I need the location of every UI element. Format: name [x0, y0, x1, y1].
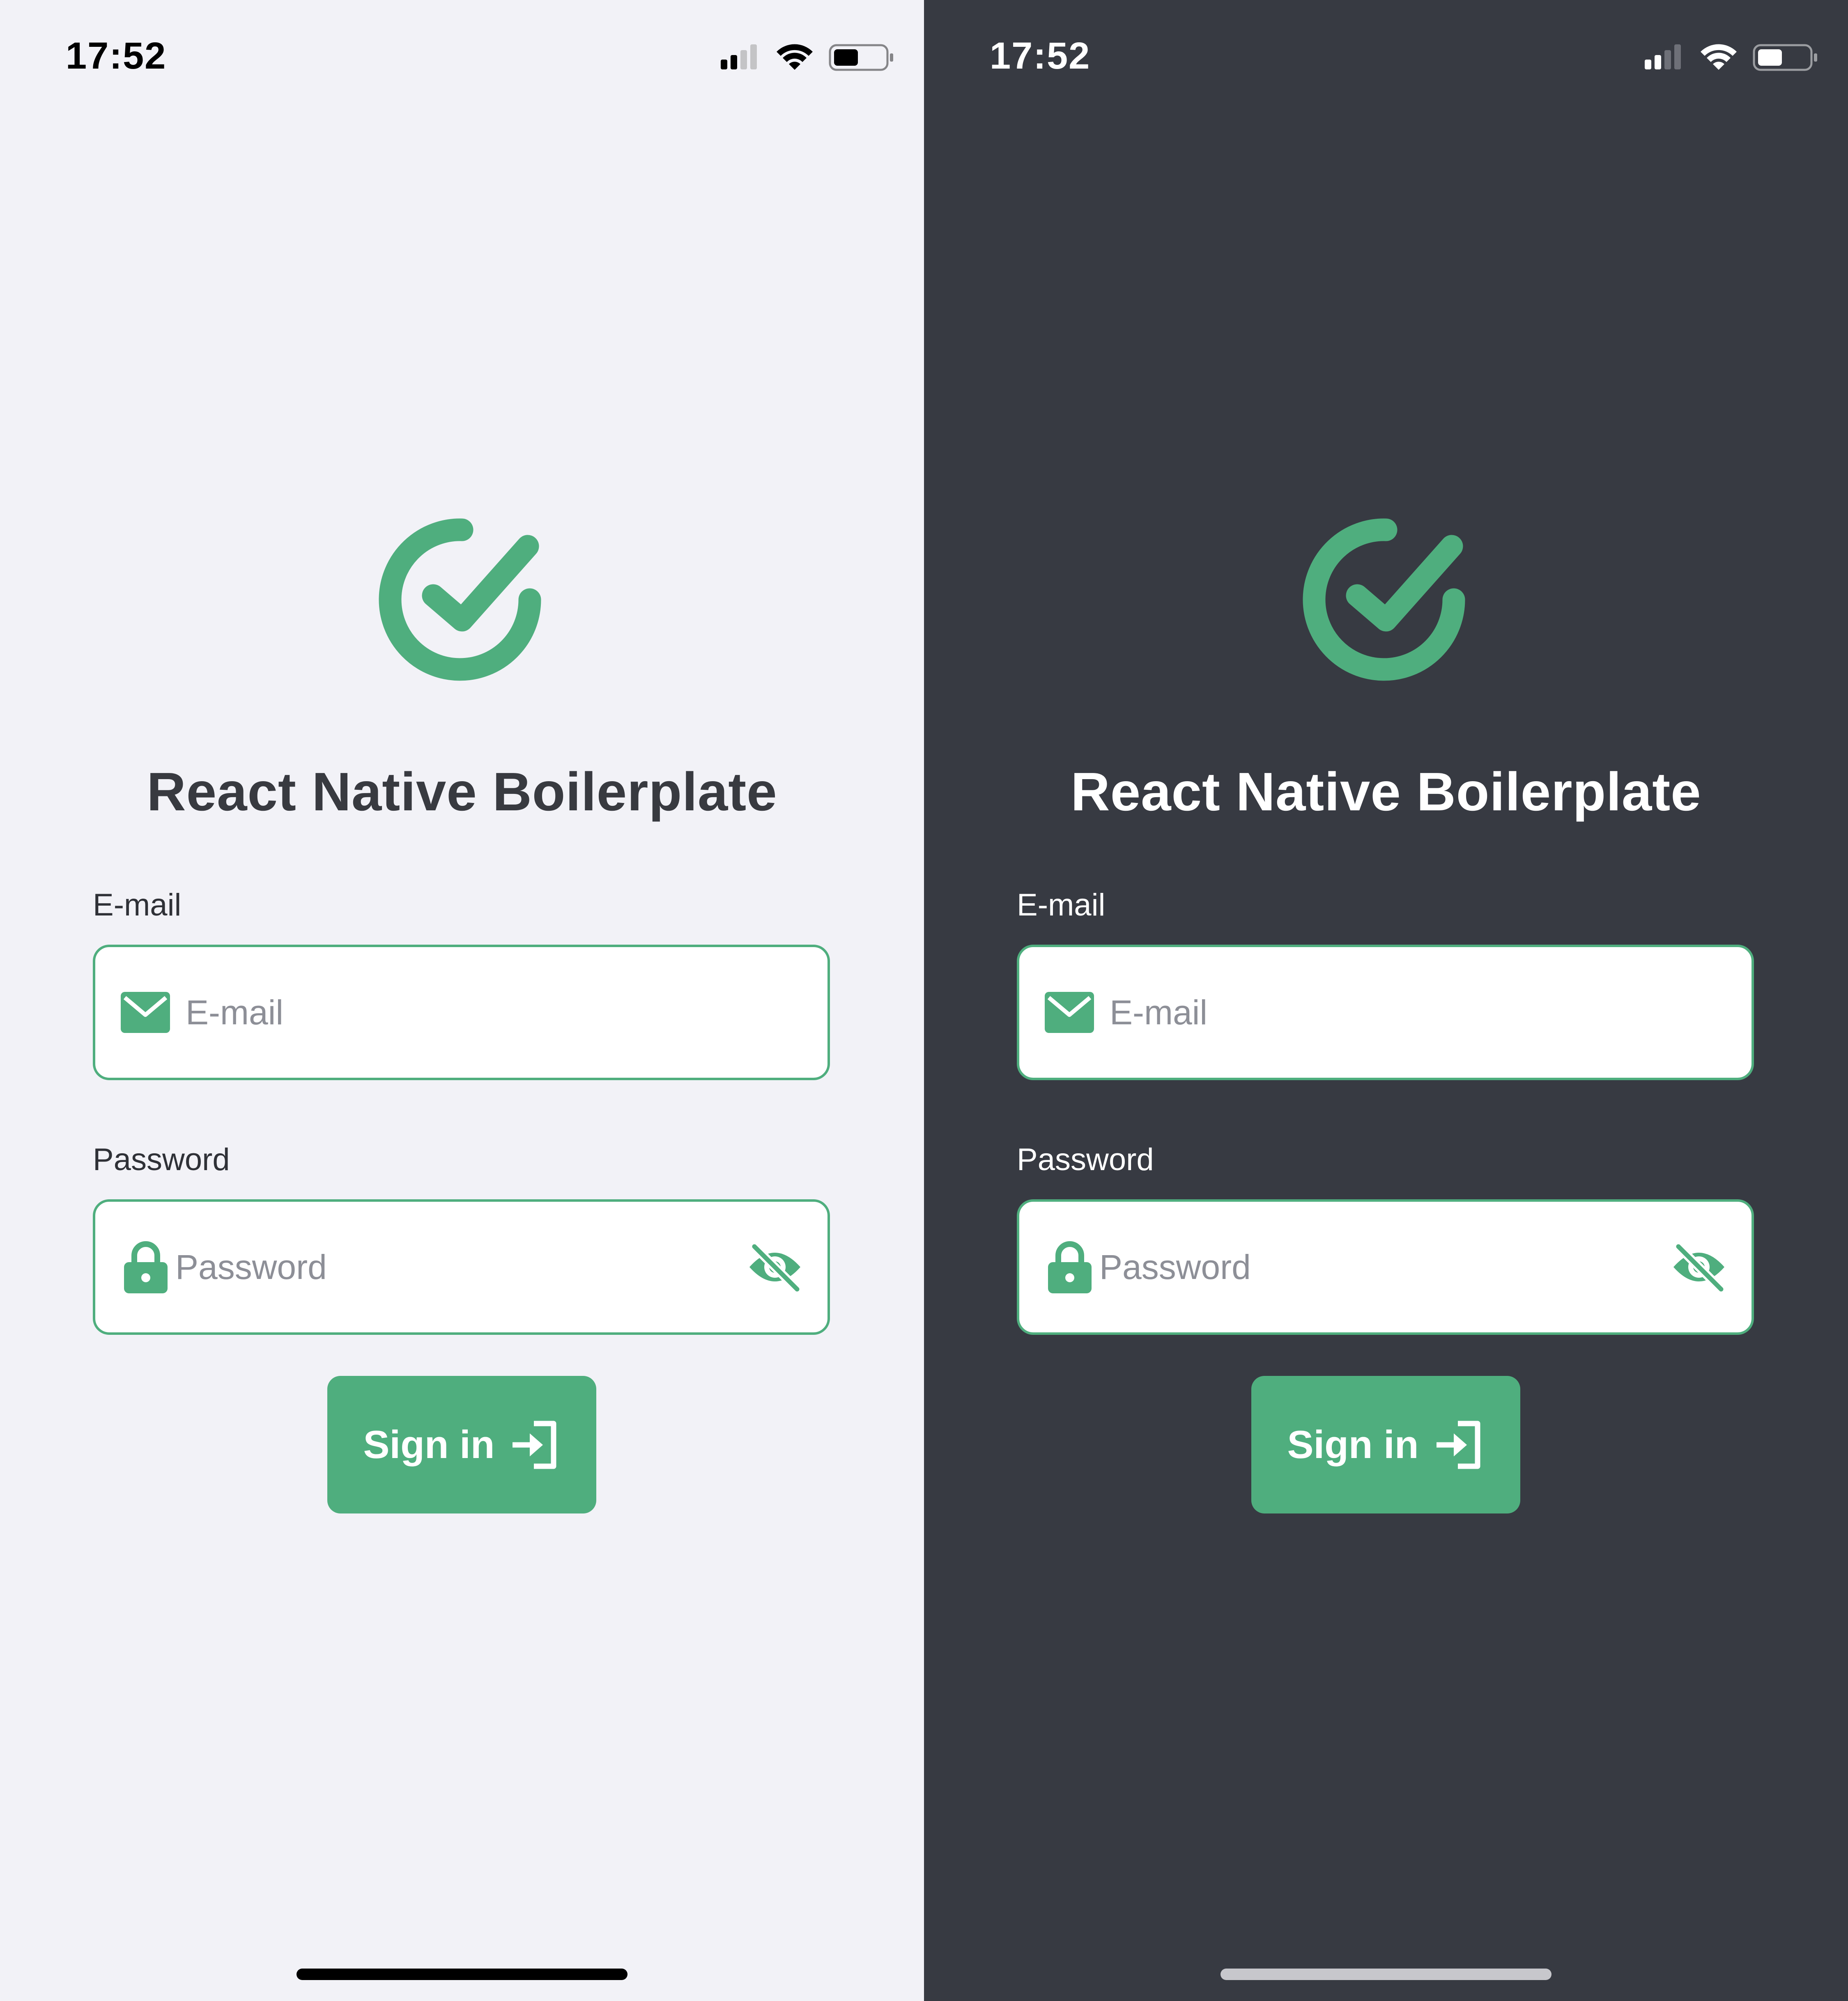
sign-in-icon	[1437, 1421, 1480, 1469]
password-label: Password	[1017, 1142, 1154, 1177]
status-bar-time: 17:52	[66, 35, 167, 77]
battery-icon	[1753, 44, 1817, 71]
sign-in-button[interactable]: Sign in	[327, 1376, 596, 1513]
email-input-box[interactable]	[1017, 945, 1754, 1080]
light-theme-screen: 17:52 React Native Boilerplate E-mail E-…	[0, 0, 924, 2001]
email-label: E-mail	[93, 888, 182, 922]
dark-theme-screen: 17:52 React Native Boilerplate E-mail E-…	[924, 0, 1848, 2001]
lock-icon	[1048, 1241, 1092, 1293]
email-field[interactable]	[1110, 947, 1726, 1078]
email-input-box[interactable]	[93, 945, 830, 1080]
status-bar-time: 17:52	[990, 35, 1091, 77]
eye-off-icon[interactable]	[1670, 1242, 1728, 1292]
sign-in-button[interactable]: Sign in	[1251, 1376, 1520, 1513]
email-label: E-mail	[1017, 888, 1106, 922]
battery-icon	[829, 44, 893, 71]
app-title: React Native Boilerplate	[1071, 761, 1701, 822]
status-bar-icons	[721, 41, 893, 74]
check-circle-icon	[1303, 518, 1465, 681]
screenshot-stage: 17:52 React Native Boilerplate E-mail E-…	[0, 0, 1848, 2001]
wifi-icon	[1701, 44, 1737, 70]
wifi-icon	[777, 44, 813, 70]
password-input-box[interactable]	[1017, 1199, 1754, 1335]
sign-in-icon	[513, 1421, 556, 1469]
password-input-box[interactable]	[93, 1199, 830, 1335]
sign-in-label: Sign in	[363, 1422, 495, 1467]
password-field[interactable]	[175, 1202, 730, 1332]
password-label: Password	[93, 1142, 230, 1177]
check-circle-icon	[379, 518, 541, 681]
mail-icon	[121, 992, 170, 1033]
app-title: React Native Boilerplate	[147, 761, 777, 822]
sign-in-label: Sign in	[1287, 1422, 1419, 1467]
home-indicator[interactable]	[1221, 1969, 1551, 1980]
eye-off-icon[interactable]	[746, 1242, 804, 1292]
home-indicator[interactable]	[297, 1969, 627, 1980]
signal-icon	[721, 44, 757, 69]
status-bar-icons	[1645, 41, 1817, 74]
mail-icon	[1045, 992, 1094, 1033]
password-field[interactable]	[1099, 1202, 1654, 1332]
signal-icon	[1645, 44, 1681, 69]
email-field[interactable]	[186, 947, 802, 1078]
lock-icon	[124, 1241, 168, 1293]
